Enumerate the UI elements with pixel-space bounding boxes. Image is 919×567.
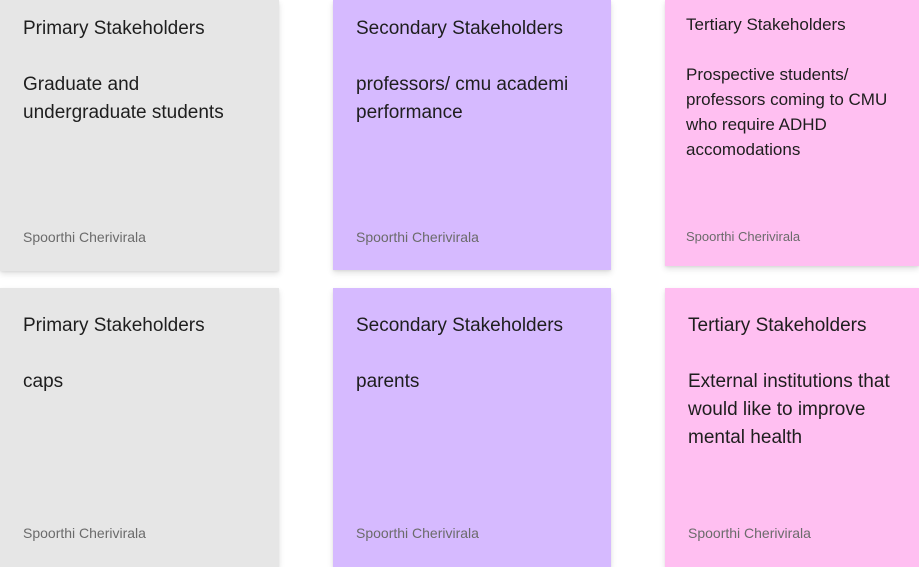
sticky-note-body: parents [356,371,420,392]
sticky-note-author: Spoorthi Cherivirala [686,229,801,244]
sticky-note-title: Primary Stakeholders [23,315,205,336]
sticky-note-title: Primary Stakeholders [23,18,205,39]
sticky-note-tertiary-institutions[interactable]: Tertiary Stakeholders External instituti… [665,288,919,567]
sticky-note-primary-students[interactable]: Primary Stakeholders Graduate and underg… [0,0,279,271]
sticky-note-title: Tertiary Stakeholders [688,315,867,336]
sticky-note-author: Spoorthi Cherivirala [688,525,811,541]
sticky-note-secondary-professors[interactable]: Secondary Stakeholders professors/ cmu a… [333,0,611,270]
sticky-note-title: Secondary Stakeholders [356,315,564,336]
sticky-note-secondary-parents[interactable]: Secondary Stakeholders parents Spoorthi … [333,288,611,567]
sticky-note-title: Tertiary Stakeholders [686,15,846,34]
sticky-note-body: Graduate and undergraduate students [23,74,224,123]
sticky-note-body: professors/ cmu academi performance [356,74,569,123]
sticky-note-author: Spoorthi Cherivirala [356,525,479,541]
sticky-note-body: Prospective students/ professors coming … [686,65,888,159]
sticky-note-body: External institutions that would like to… [688,371,890,448]
sticky-note-author: Spoorthi Cherivirala [356,229,479,245]
sticky-note-body: caps [23,371,64,392]
sticky-note-tertiary-prospective[interactable]: Tertiary Stakeholders Prospective studen… [665,0,919,266]
sticky-note-author: Spoorthi Cherivirala [23,229,146,245]
sticky-note-author: Spoorthi Cherivirala [23,525,146,541]
whiteboard-canvas[interactable]: Primary Stakeholders Graduate and underg… [0,0,919,567]
sticky-note-primary-caps[interactable]: Primary Stakeholders caps Spoorthi Cheri… [0,288,279,567]
sticky-note-title: Secondary Stakeholders [356,18,564,39]
